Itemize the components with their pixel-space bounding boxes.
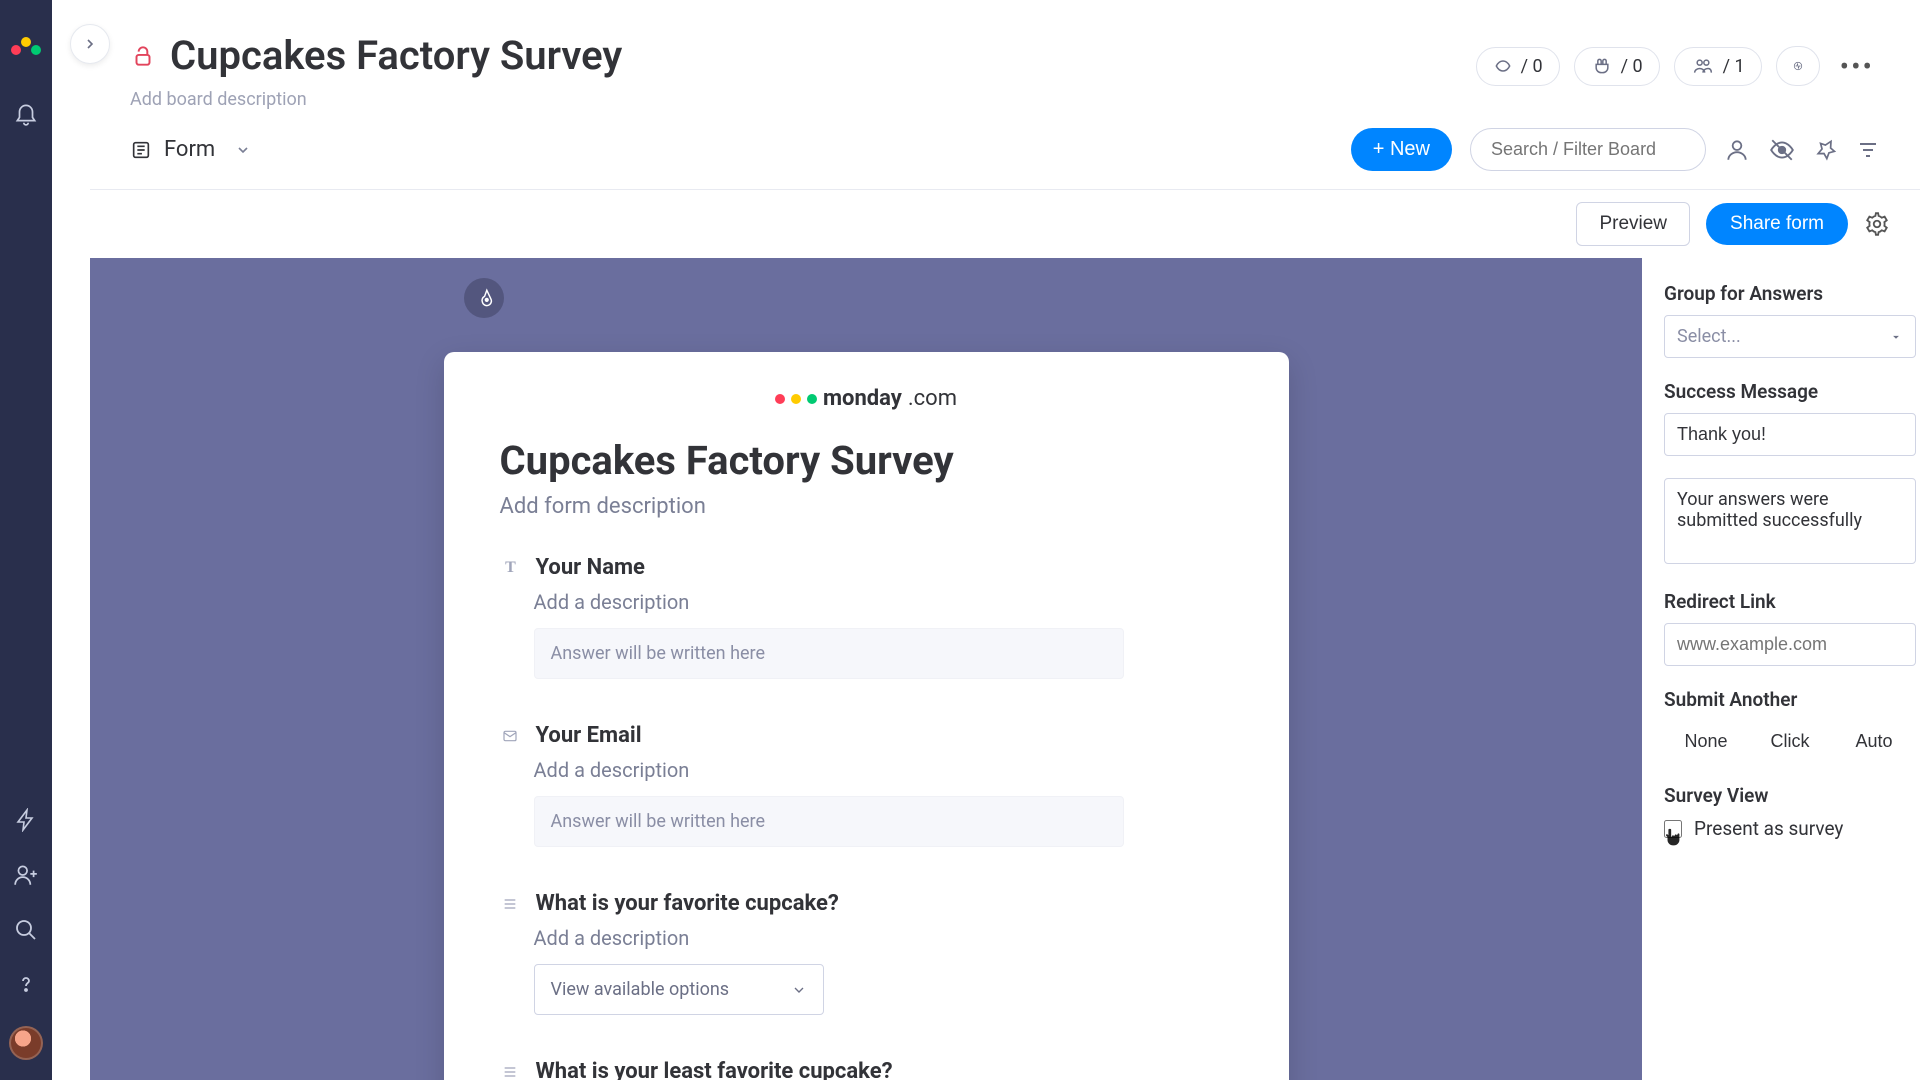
view-switcher[interactable]: Form [130, 137, 251, 162]
monday-logo-icon[interactable] [10, 28, 42, 60]
form-card: monday.com Cupcakes Factory Survey Add f… [444, 352, 1289, 1080]
question-title: What is your favorite cupcake? [536, 891, 839, 916]
user-avatar[interactable] [9, 1026, 43, 1060]
text-type-icon: T [500, 559, 522, 577]
form-settings-panel: Group for Answers Select... Success Mess… [1642, 258, 1920, 1080]
brand-dot-green-icon [807, 394, 817, 404]
present-as-survey-label: Present as survey [1694, 817, 1843, 840]
search-icon[interactable] [14, 918, 38, 942]
question-description[interactable]: Add a description [534, 758, 1233, 782]
success-message-label: Success Message [1664, 380, 1818, 403]
present-as-survey-checkbox[interactable] [1664, 820, 1682, 838]
question-options-dropdown[interactable]: View available options [534, 964, 824, 1015]
group-answers-label: Group for Answers [1664, 282, 1823, 305]
board-title[interactable]: Cupcakes Factory Survey [170, 32, 622, 79]
question-title: What is your least favorite cupcake? [536, 1059, 893, 1080]
form-question[interactable]: Your Email Add a description Answer will… [500, 723, 1233, 847]
person-filter-icon[interactable] [1724, 137, 1750, 163]
brand-logo: monday.com [500, 386, 1233, 411]
form-description[interactable]: Add form description [500, 494, 1233, 519]
bolt-icon[interactable] [14, 808, 38, 832]
board-options-button[interactable]: ••• [1834, 50, 1880, 83]
brand-dot-red-icon [775, 394, 785, 404]
submit-another-segmented: None Click Auto [1664, 721, 1916, 762]
lock-icon [130, 43, 156, 69]
dropdown-label: View available options [551, 979, 730, 1000]
pin-icon[interactable] [1814, 138, 1838, 162]
list-type-icon [500, 1064, 522, 1080]
share-form-button[interactable]: Share form [1706, 203, 1848, 245]
nav-rail [0, 0, 52, 1080]
preview-button[interactable]: Preview [1576, 202, 1690, 246]
submit-option-auto[interactable]: Auto [1832, 721, 1916, 762]
question-title: Your Name [536, 555, 645, 580]
help-icon[interactable] [14, 972, 38, 996]
list-type-icon [500, 896, 522, 912]
integrations-count: / 0 [1621, 56, 1643, 77]
board-description[interactable]: Add board description [130, 89, 622, 110]
board-header: Cupcakes Factory Survey Add board descri… [90, 0, 1920, 122]
invite-icon[interactable] [13, 862, 39, 888]
form-action-bar: Preview Share form [90, 190, 1920, 258]
email-type-icon [500, 728, 522, 744]
form-question[interactable]: T Your Name Add a description Answer wil… [500, 555, 1233, 679]
question-answer-placeholder: Answer will be written here [534, 628, 1124, 679]
integrations-pill[interactable]: / 0 [1574, 47, 1660, 86]
success-title-input[interactable] [1664, 413, 1916, 456]
question-description[interactable]: Add a description [534, 590, 1233, 614]
members-count: / 1 [1723, 56, 1745, 77]
success-body-input[interactable] [1664, 478, 1916, 564]
tabs-row: Form + New [90, 122, 1920, 190]
board-search-input[interactable] [1470, 128, 1706, 171]
form-question[interactable]: What is your favorite cupcake? Add a des… [500, 891, 1233, 1015]
workspace: monday.com Cupcakes Factory Survey Add f… [90, 258, 1920, 1080]
select-placeholder: Select... [1677, 326, 1741, 347]
question-description[interactable]: Add a description [534, 926, 1233, 950]
brand-dot-yellow-icon [791, 394, 801, 404]
form-title[interactable]: Cupcakes Factory Survey [500, 437, 1233, 484]
notifications-icon[interactable] [13, 100, 39, 126]
survey-view-label: Survey View [1664, 784, 1768, 807]
main: Cupcakes Factory Survey Add board descri… [90, 0, 1920, 1080]
automations-count: / 0 [1521, 56, 1543, 77]
brand-suffix: .com [908, 386, 957, 411]
question-answer-placeholder: Answer will be written here [534, 796, 1124, 847]
group-answers-select[interactable]: Select... [1664, 315, 1916, 358]
submit-option-click[interactable]: Click [1748, 721, 1832, 762]
form-question[interactable]: What is your least favorite cupcake? [500, 1059, 1233, 1080]
view-label: Form [164, 137, 215, 162]
theme-color-button[interactable] [464, 278, 504, 318]
form-canvas: monday.com Cupcakes Factory Survey Add f… [90, 258, 1642, 1080]
form-settings-icon[interactable] [1864, 211, 1890, 237]
submit-option-none[interactable]: None [1664, 721, 1748, 762]
redirect-link-input[interactable] [1664, 623, 1916, 666]
hide-icon[interactable] [1768, 137, 1796, 163]
chevron-down-icon [235, 142, 251, 158]
activity-pill[interactable] [1776, 46, 1820, 86]
present-as-survey-row: Present as survey [1664, 817, 1920, 840]
new-button[interactable]: + New [1351, 128, 1452, 171]
submit-another-label: Submit Another [1664, 688, 1797, 711]
redirect-link-label: Redirect Link [1664, 590, 1776, 613]
automations-pill[interactable]: / 0 [1476, 47, 1560, 86]
question-title: Your Email [536, 723, 642, 748]
members-pill[interactable]: / 1 [1674, 47, 1762, 86]
filter-icon[interactable] [1856, 138, 1880, 162]
brand-name: monday [823, 386, 902, 411]
